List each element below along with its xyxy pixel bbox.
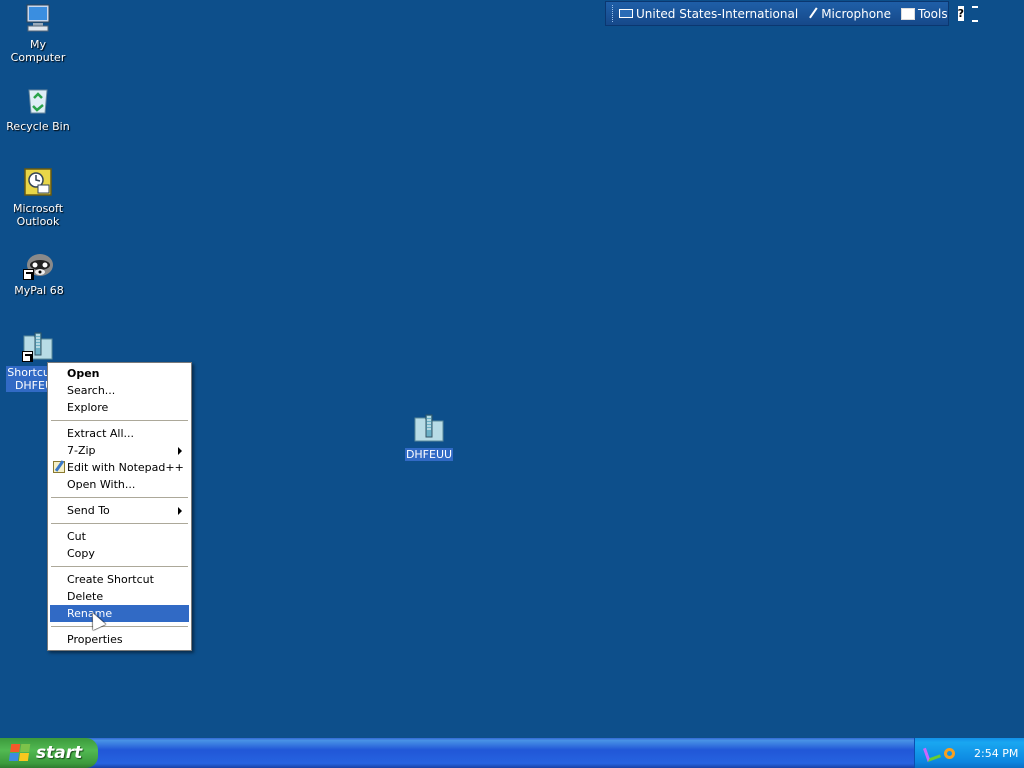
zip-folder-icon xyxy=(413,412,445,444)
tools-icon xyxy=(901,7,916,20)
shortcut-arrow-icon xyxy=(23,269,34,280)
keyboard-layout-label: United States-International xyxy=(636,6,799,21)
network-icon[interactable] xyxy=(923,744,941,762)
menu-item-properties[interactable]: Properties xyxy=(50,631,189,648)
icon-label: Microsoft Outlook xyxy=(12,202,64,228)
microphone-button[interactable]: Microphone xyxy=(808,7,891,21)
menu-item-open[interactable]: Open xyxy=(50,365,189,382)
icon-label: MyPal 68 xyxy=(14,284,64,297)
outlook-icon xyxy=(22,166,54,198)
computer-icon xyxy=(22,2,54,34)
menu-separator xyxy=(51,420,188,421)
start-label: start xyxy=(36,743,83,763)
notepad-plus-plus-icon xyxy=(53,461,65,473)
search-icon[interactable] xyxy=(944,747,955,759)
submenu-arrow-icon xyxy=(178,507,182,515)
language-bar-options-button[interactable] xyxy=(972,5,978,22)
tools-button[interactable]: Tools xyxy=(901,7,948,21)
windows-logo-icon xyxy=(8,744,32,762)
menu-item-label: Edit with Notepad++ xyxy=(67,461,184,474)
help-button[interactable]: ? xyxy=(957,6,964,21)
menu-item-delete[interactable]: Delete xyxy=(50,588,189,605)
menu-item-label: Send To xyxy=(67,504,110,517)
menu-item-extract-all[interactable]: Extract All... xyxy=(50,425,189,442)
keyboard-icon xyxy=(619,9,633,18)
taskbar: start 2:54 PM xyxy=(0,738,1024,768)
icon-label: My Computer xyxy=(10,38,66,64)
icon-label: DHFEUU xyxy=(404,448,454,461)
start-button[interactable]: start xyxy=(0,738,98,768)
menu-item-explore[interactable]: Explore xyxy=(50,399,189,416)
menu-item-create-shortcut[interactable]: Create Shortcut xyxy=(50,571,189,588)
microphone-icon xyxy=(809,6,822,21)
menu-item-label: 7-Zip xyxy=(67,444,96,457)
menu-separator xyxy=(51,626,188,627)
desktop-icon-outlook[interactable]: Microsoft Outlook xyxy=(0,166,76,228)
language-bar: United States-International Microphone T… xyxy=(605,1,978,26)
menu-item-edit-with-notepad[interactable]: Edit with Notepad++ xyxy=(50,459,189,476)
menu-item-send-to[interactable]: Send To xyxy=(50,502,189,519)
clock[interactable]: 2:54 PM xyxy=(974,747,1018,760)
zip-folder-shortcut-icon xyxy=(22,330,54,362)
recycle-bin-icon xyxy=(22,84,54,116)
submenu-arrow-icon xyxy=(178,447,182,455)
chevron-down-icon xyxy=(972,19,978,22)
menu-item-cut[interactable]: Cut xyxy=(50,528,189,545)
keyboard-layout-button[interactable]: United States-International xyxy=(619,7,798,21)
icon-label: Recycle Bin xyxy=(6,120,70,133)
shortcut-arrow-icon xyxy=(22,351,33,362)
menu-item-rename[interactable]: Rename xyxy=(50,605,189,622)
menu-separator xyxy=(51,497,188,498)
menu-separator xyxy=(51,523,188,524)
menu-item-7zip[interactable]: 7-Zip xyxy=(50,442,189,459)
menu-item-copy[interactable]: Copy xyxy=(50,545,189,562)
system-tray: 2:54 PM xyxy=(914,738,1024,768)
desktop-icon-mypal[interactable]: MyPal 68 xyxy=(1,248,77,297)
menu-item-open-with[interactable]: Open With... xyxy=(50,476,189,493)
minimize-icon xyxy=(972,5,978,8)
desktop-icon-recycle-bin[interactable]: Recycle Bin xyxy=(0,84,76,133)
desktop-icon-my-computer[interactable]: My Computer xyxy=(0,2,76,64)
language-bar-grip[interactable] xyxy=(612,5,613,22)
context-menu: Open Search... Explore Extract All... 7-… xyxy=(47,362,192,651)
tools-label: Tools xyxy=(918,6,948,21)
mypal-icon xyxy=(23,248,55,280)
desktop-icon-dhfeuu[interactable]: DHFEUU xyxy=(391,412,467,461)
menu-separator xyxy=(51,566,188,567)
menu-item-search[interactable]: Search... xyxy=(50,382,189,399)
microphone-label: Microphone xyxy=(821,6,892,21)
